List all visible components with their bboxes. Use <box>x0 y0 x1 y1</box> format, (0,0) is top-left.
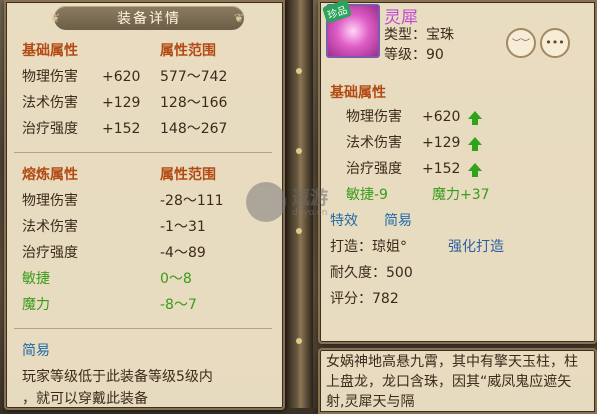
refine-attr-label: 熔炼属性 <box>22 167 78 183</box>
watermark-url: doyo.cn <box>292 208 328 218</box>
refine-range-label: 属性范围 <box>160 167 216 183</box>
watermark-logo-icon <box>246 182 286 222</box>
title-ornament-icon: ❦ <box>50 11 61 25</box>
item-description: 女娲神地高悬九霄，其中有擎天玉柱，柱上盘龙，龙口含珠，因其“威凤鬼应遮矢射,灵犀… <box>326 354 578 410</box>
upgrade-arrow-icon <box>468 108 482 126</box>
brief-tag: 简易 <box>384 213 412 229</box>
section-divider <box>14 152 272 153</box>
eye-icon: ︶︶ <box>511 39 530 49</box>
section-divider <box>14 328 272 329</box>
item-gem-icon[interactable]: 珍品 <box>322 0 380 58</box>
panel-title: 装备详情 <box>117 11 181 27</box>
eye-toggle-button[interactable]: ︶︶ <box>506 28 536 58</box>
equipment-detail-title-bar: ❦ 装备详情 ❦ <box>50 6 244 30</box>
forger-label: 打造：琼姐° <box>330 239 407 255</box>
watermark-text: 逗游 <box>292 188 328 209</box>
item-base-attr-header: 基础属性 <box>330 85 386 101</box>
more-icon: ••• <box>545 36 565 49</box>
more-options-button[interactable]: ••• <box>540 28 570 58</box>
title-ornament-icon: ❦ <box>234 11 245 25</box>
upgrade-arrow-icon <box>468 160 482 178</box>
divider-dot <box>296 338 302 344</box>
base-range-label: 属性范围 <box>160 43 216 59</box>
rarity-badge: 珍品 <box>322 0 352 24</box>
watermark: 逗游 doyo.cn <box>246 178 336 238</box>
divider-dot <box>296 68 302 74</box>
upgrade-arrow-icon <box>468 134 482 152</box>
divider-dot <box>296 148 302 154</box>
score-row: 评分：782 <box>330 291 399 307</box>
item-name: 灵犀 <box>384 8 418 28</box>
item-level: 等级：90 <box>384 47 444 63</box>
enhance-forge-button[interactable]: 强化打造 <box>448 238 504 256</box>
item-type: 类型：宝珠 <box>384 27 454 43</box>
base-attr-label: 基础属性 <box>22 43 78 59</box>
durability-row: 耐久度：500 <box>330 265 413 281</box>
